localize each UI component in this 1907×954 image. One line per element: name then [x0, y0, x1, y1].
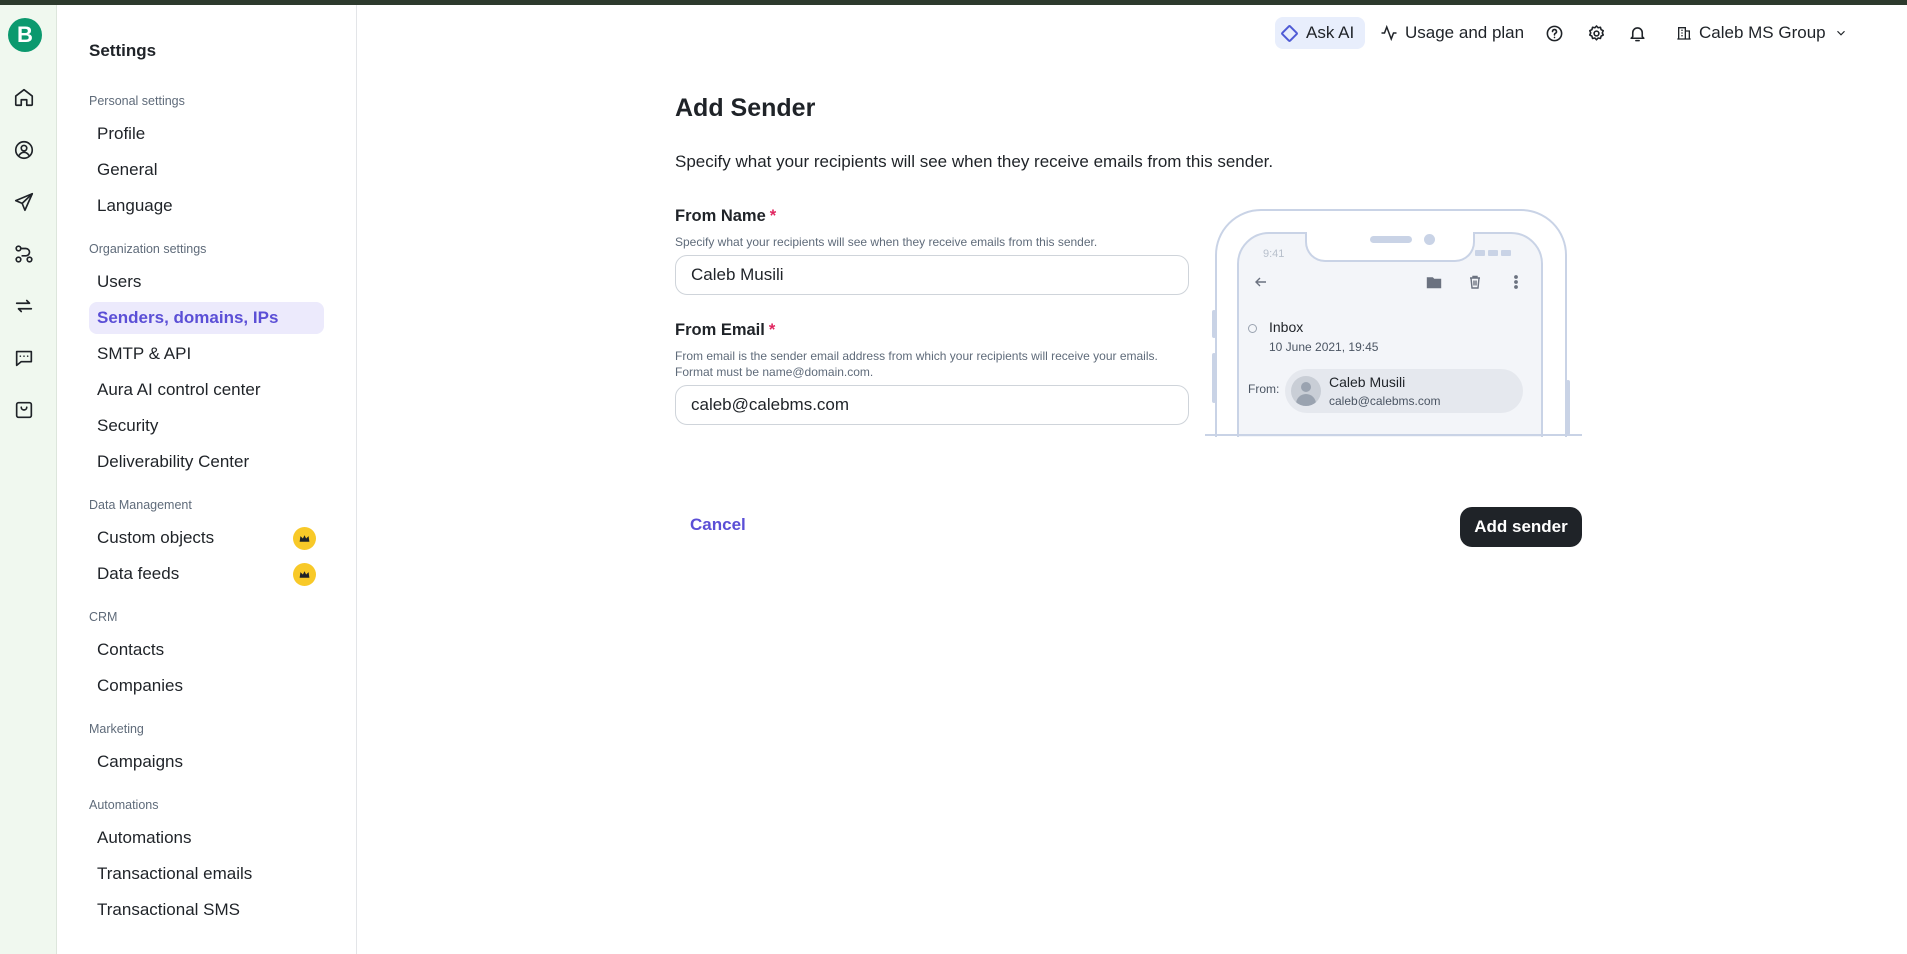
nav-item-general[interactable]: General [89, 154, 324, 186]
sync-icon[interactable] [12, 294, 36, 318]
from-name-label: From Name * [675, 207, 776, 226]
help-icon[interactable] [1543, 22, 1565, 44]
nav-item-language[interactable]: Language [89, 190, 324, 222]
preview-sender-email: caleb@calebms.com [1329, 394, 1441, 408]
nav-item-automations[interactable]: Automations [89, 822, 324, 854]
cancel-button[interactable]: Cancel [690, 515, 746, 535]
crown-icon [293, 563, 316, 586]
phone-from-label: From: [1248, 382, 1280, 396]
nav-item-deliverability-center[interactable]: Deliverability Center [89, 446, 324, 478]
avatar [1291, 376, 1321, 406]
brand-logo[interactable]: B [8, 18, 42, 52]
section-personal-settings: Personal settings [89, 94, 185, 108]
trash-icon [1467, 274, 1485, 292]
usage-label: Usage and plan [1405, 23, 1525, 42]
home-icon[interactable] [12, 85, 36, 109]
preview-sender-name: Caleb Musili [1329, 374, 1406, 390]
section-organization-settings: Organization settings [89, 242, 207, 256]
sparkle-icon [1280, 23, 1299, 43]
nav-item-campaigns[interactable]: Campaigns [89, 746, 324, 778]
nav-item-smtp-api[interactable]: SMTP & API [89, 338, 324, 370]
nav-item-data-feeds[interactable]: Data feeds [89, 558, 324, 590]
gear-icon[interactable] [1585, 22, 1607, 44]
campaigns-icon[interactable] [12, 190, 36, 214]
from-email-help: From email is the sender email address f… [675, 348, 1195, 380]
phone-inbox-label: Inbox [1269, 319, 1304, 335]
organization-switcher[interactable]: Caleb MS Group [1676, 17, 1848, 49]
ask-ai-label: Ask AI [1306, 23, 1355, 42]
preview-baseline [1205, 434, 1582, 436]
phone-status-icons [1475, 250, 1511, 256]
from-name-help: Specify what your recipients will see wh… [675, 235, 1098, 249]
nav-item-security[interactable]: Security [89, 410, 324, 442]
phone-email-date: 10 June 2021, 19:45 [1269, 340, 1379, 354]
from-email-help-line-1: From email is the sender email address f… [675, 349, 1158, 363]
section-marketing: Marketing [89, 722, 144, 736]
page-subtitle: Specify what your recipients will see wh… [675, 152, 1274, 171]
conversations-icon[interactable] [12, 346, 36, 370]
app-rail: B [0, 5, 57, 954]
nav-item-users[interactable]: Users [89, 266, 324, 298]
page-title: Add Sender [675, 94, 816, 122]
nav-item-profile[interactable]: Profile [89, 118, 324, 150]
more-vertical-icon [1508, 274, 1526, 292]
folder-icon [1426, 274, 1444, 292]
nav-item-transactional-sms[interactable]: Transactional SMS [89, 894, 324, 926]
from-name-input[interactable] [675, 255, 1189, 295]
nav-item-companies[interactable]: Companies [89, 670, 324, 702]
nav-item-aura-ai[interactable]: Aura AI control center [89, 374, 324, 406]
contacts-icon[interactable] [12, 138, 36, 162]
nav-item-custom-objects[interactable]: Custom objects [89, 522, 324, 554]
shop-icon[interactable] [12, 398, 36, 422]
sender-preview: 9:41 Inbox 10 June 2021, 19:45 From: Cal… [1205, 205, 1582, 437]
section-crm: CRM [89, 610, 118, 624]
ask-ai-button[interactable]: Ask AI [1275, 17, 1365, 49]
unread-dot [1248, 324, 1257, 333]
from-email-label: From Email * [675, 321, 775, 340]
phone-camera [1424, 234, 1435, 245]
phone-speaker [1370, 236, 1412, 243]
required-marker: * [768, 321, 776, 339]
settings-title: Settings [89, 41, 157, 60]
bell-icon[interactable] [1626, 22, 1648, 44]
phone-time: 9:41 [1263, 248, 1285, 260]
from-name-label-text: From Name [675, 207, 766, 225]
usage-and-plan-button[interactable]: Usage and plan [1380, 17, 1524, 49]
section-data-management: Data Management [89, 498, 192, 512]
organization-name: Caleb MS Group [1699, 23, 1826, 42]
add-sender-button[interactable]: Add sender [1460, 507, 1582, 547]
required-marker: * [769, 207, 777, 225]
nav-item-transactional-emails[interactable]: Transactional emails [89, 858, 324, 890]
arrow-left-icon [1253, 274, 1271, 292]
from-email-help-line-2: Format must be name@domain.com. [675, 365, 874, 379]
building-icon [1677, 27, 1691, 40]
crown-icon [293, 527, 316, 550]
nav-item-label: Data feeds [97, 564, 180, 583]
chevron-down-icon [1836, 30, 1845, 36]
automations-icon[interactable] [12, 242, 36, 266]
section-automations: Automations [89, 798, 159, 812]
settings-panel: Settings Personal settings Profile Gener… [57, 5, 357, 954]
from-email-input[interactable] [675, 385, 1189, 425]
nav-item-label: Custom objects [97, 528, 215, 547]
nav-item-senders-domains-ips[interactable]: Senders, domains, IPs [89, 302, 324, 334]
from-email-label-text: From Email [675, 321, 765, 339]
nav-item-contacts[interactable]: Contacts [89, 634, 324, 666]
activity-icon [1381, 24, 1397, 42]
